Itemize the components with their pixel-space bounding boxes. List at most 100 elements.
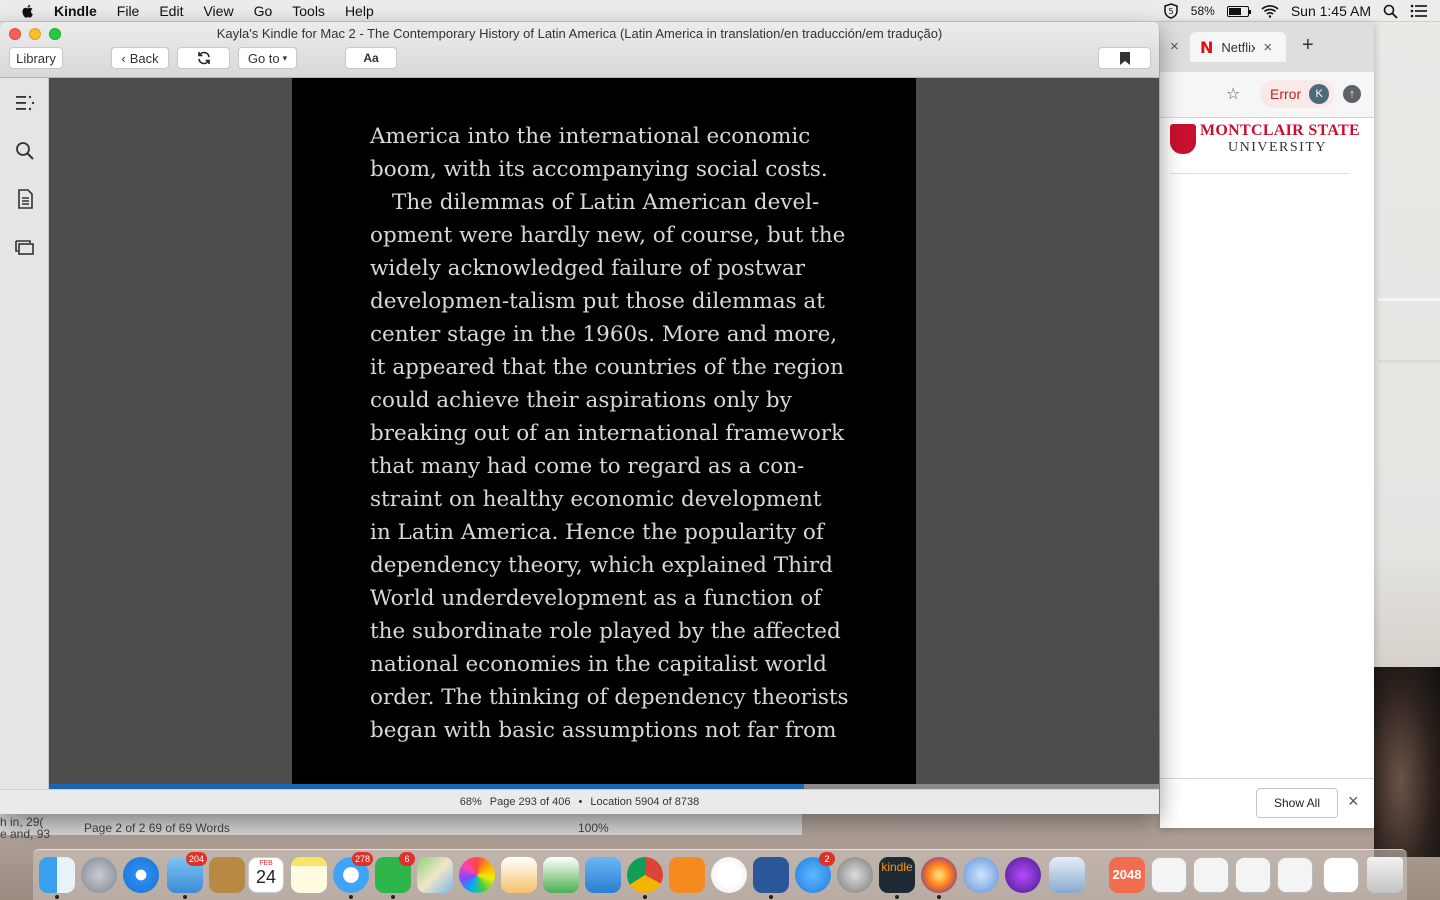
wifi-icon[interactable]	[1261, 4, 1279, 18]
flashcards-icon[interactable]	[14, 236, 36, 258]
menu-bar: Kindle File Edit View Go Tools Help 5 58…	[0, 0, 1440, 22]
table-of-contents-icon[interactable]	[14, 92, 36, 114]
search-icon[interactable]	[14, 140, 36, 162]
book-page[interactable]: America into the international economic …	[292, 78, 916, 784]
back-label: Back	[129, 50, 159, 66]
minimized-window-icon[interactable]	[1235, 857, 1271, 893]
text-line: opment were hardly new, of course, but t…	[370, 223, 846, 248]
menu-file[interactable]: File	[117, 3, 140, 19]
location-number: Location 5904 of 8738	[590, 796, 700, 808]
reader-sidebar	[0, 78, 49, 790]
back-button[interactable]: ‹ Back	[111, 47, 169, 69]
notes-app-icon[interactable]	[291, 857, 327, 893]
running-indicator	[183, 895, 187, 899]
word-document-window: h in, 29( e and, 93 Page 2 of 2 69 of 69…	[0, 813, 802, 841]
system-preferences-icon[interactable]	[837, 857, 873, 893]
minimized-window-icon[interactable]	[1277, 857, 1313, 893]
new-tab-button[interactable]: +	[1302, 34, 1314, 57]
menu-view[interactable]: View	[203, 3, 233, 19]
game-2048-icon[interactable]: 2048	[1109, 857, 1145, 893]
word-icon[interactable]	[753, 857, 789, 899]
app-store-icon[interactable]: 2	[795, 852, 835, 893]
tab-label: Netflix	[1221, 39, 1256, 55]
itunes-icon[interactable]	[711, 857, 747, 893]
show-all-button[interactable]: Show All	[1256, 788, 1338, 818]
chevron-left-icon: ‹	[121, 50, 126, 66]
menu-app-name[interactable]: Kindle	[54, 3, 97, 19]
bluetooth-icon[interactable]	[963, 857, 999, 893]
battery-percent: 58%	[1190, 4, 1215, 18]
profile-error-button[interactable]: Error K	[1260, 80, 1336, 108]
preview-icon[interactable]	[1049, 857, 1085, 893]
update-arrow-icon[interactable]: ↑	[1343, 85, 1361, 103]
avatar: K	[1309, 84, 1330, 104]
notes-icon[interactable]	[14, 188, 36, 210]
minimized-window-icon[interactable]	[1193, 857, 1229, 893]
menu-tools[interactable]: Tools	[292, 3, 325, 19]
chrome-icon[interactable]	[627, 857, 663, 899]
tab-netflix[interactable]: N Netflix ×	[1190, 32, 1286, 62]
apple-icon[interactable]	[20, 3, 36, 19]
text-line: breaking out of an international framewo…	[370, 421, 845, 446]
library-button[interactable]: Library	[9, 47, 63, 69]
ibooks-icon[interactable]	[669, 857, 705, 893]
bookmark-button[interactable]	[1098, 47, 1151, 69]
text-line: it appeared that the countries of the re…	[370, 355, 844, 380]
desktop-photo	[1374, 667, 1440, 857]
text-line: began with basic assumptions not far fro…	[370, 718, 837, 743]
university-seal-icon	[1170, 124, 1196, 154]
messages-icon[interactable]: 278	[333, 852, 373, 899]
menu-help[interactable]: Help	[345, 3, 374, 19]
imovie-icon[interactable]	[1005, 857, 1041, 893]
goto-dropdown[interactable]: Go to ▾	[238, 47, 297, 69]
notification-center-icon[interactable]	[1410, 4, 1428, 18]
text-line: center stage in the 1960s. More and more…	[370, 322, 838, 347]
text-line: The dilemmas of Latin American devel-	[392, 190, 820, 215]
keynote-icon[interactable]	[585, 857, 621, 893]
contacts-icon[interactable]	[209, 857, 245, 893]
browser-toolbar: ☆ Error K ↑	[1160, 72, 1374, 118]
photos-icon[interactable]	[459, 857, 495, 893]
university-logo[interactable]: MONTCLAIR STATE UNIVERSITY	[1170, 122, 1360, 174]
kindle-window: Kayla's Kindle for Mac 2 - The Contempor…	[0, 22, 1159, 814]
facetime-icon[interactable]: 6	[375, 852, 415, 899]
minimized-window-icon[interactable]	[1151, 857, 1187, 893]
maps-icon[interactable]	[417, 857, 453, 893]
finder-icon[interactable]	[39, 857, 75, 899]
bookmark-icon	[1119, 51, 1130, 65]
shield-status-icon[interactable]: 5	[1163, 3, 1179, 19]
book-text: America into the international economic …	[370, 120, 849, 747]
sync-button[interactable]	[177, 47, 230, 69]
trash-icon[interactable]	[1367, 857, 1403, 893]
calendar-icon[interactable]: FEB 24	[248, 857, 284, 893]
firefox-icon[interactable]	[921, 857, 957, 899]
spotlight-search-icon[interactable]	[1383, 4, 1398, 19]
facetime-badge: 6	[399, 852, 415, 866]
minimized-window-icon[interactable]	[1323, 857, 1359, 893]
error-label: Error	[1270, 86, 1302, 102]
text-line: national economies in the capitalist wor…	[370, 652, 827, 677]
text-line: the subordinate role played by the affec…	[370, 619, 841, 644]
safari-icon[interactable]	[123, 857, 159, 893]
text-line: straint on healthy economic development	[370, 487, 822, 512]
word-status: Page 2 of 2 69 of 69 Words	[84, 821, 230, 835]
bookmark-star-icon[interactable]: ☆	[1226, 84, 1240, 104]
numbers-icon[interactable]	[543, 857, 579, 893]
word-text-fragment: e and, 93	[0, 827, 51, 841]
launchpad-icon[interactable]	[81, 857, 117, 893]
svg-text:5: 5	[1168, 7, 1173, 16]
close-downloads-button[interactable]: ×	[1348, 791, 1359, 812]
menu-go[interactable]: Go	[254, 3, 273, 19]
tab-close-button[interactable]: ×	[1170, 38, 1179, 55]
kindle-icon[interactable]: kindle	[879, 857, 915, 899]
tab-close-button[interactable]: ×	[1263, 39, 1272, 56]
font-settings-button[interactable]: Aa	[345, 47, 397, 69]
battery-icon[interactable]	[1226, 5, 1251, 17]
text-line: order. The thinking of dependency theori…	[370, 685, 849, 710]
menu-edit[interactable]: Edit	[159, 3, 183, 19]
text-line: widely acknowledged failure of postwar	[370, 256, 805, 281]
status-bar: 68% Page 293 of 406 • Location 5904 of 8…	[0, 789, 1159, 814]
mail-icon[interactable]: 204	[167, 852, 207, 899]
pages-icon[interactable]	[501, 857, 537, 893]
menu-clock[interactable]: Sun 1:45 AM	[1291, 3, 1371, 19]
